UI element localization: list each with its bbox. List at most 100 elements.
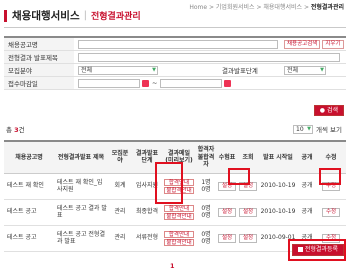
col-header: 결과메일 (미리보기) bbox=[162, 141, 196, 174]
job-name-link[interactable]: 테스트 공고 bbox=[4, 225, 54, 252]
ticket-setting-button[interactable]: 설정 bbox=[218, 181, 236, 191]
breadcrumb: Home > 기업회원서비스 > 채용대행서비스 > 전형결과관리 bbox=[189, 4, 344, 11]
result-title-row: 전형결과 발표제목 bbox=[4, 51, 346, 64]
breadcrumb-home[interactable]: Home bbox=[189, 4, 207, 11]
job-reset-button[interactable]: 지우기 bbox=[322, 39, 344, 49]
ticket-cell: 설정 bbox=[216, 225, 238, 252]
total-prefix: 총 bbox=[6, 126, 12, 134]
stage-select[interactable]: 전체 ▼ bbox=[284, 65, 326, 75]
field-cell: 회계 bbox=[108, 173, 132, 200]
view-cell: 설정 bbox=[238, 173, 258, 200]
chevron-down-icon: ▼ bbox=[320, 66, 324, 73]
breadcrumb-path1[interactable]: 기업회원서비스 bbox=[216, 4, 255, 11]
job-label: 채용공고명 bbox=[4, 38, 74, 50]
fail-mail-button[interactable]: 불합격안내 bbox=[164, 238, 194, 246]
col-header: 결과발표 단계 bbox=[132, 141, 162, 174]
title-separator: | bbox=[83, 10, 87, 21]
pass-mail-button[interactable]: 합격안내 bbox=[164, 178, 194, 186]
col-header: 채용공고명 bbox=[4, 141, 54, 174]
search-icon: ● bbox=[319, 107, 326, 114]
result-title-link[interactable]: 테스트 공고 전형결과 발표 bbox=[54, 225, 108, 252]
date-start-input[interactable] bbox=[78, 78, 140, 88]
result-title-link[interactable]: 테스트 공고 결과 발표 bbox=[54, 199, 108, 226]
page-subtitle: 전형결과관리 bbox=[91, 12, 141, 22]
count-cell: 1명 0명 bbox=[196, 173, 216, 200]
result-title-label: 전형결과 발표제목 bbox=[4, 51, 74, 63]
view-setting-button[interactable]: 설정 bbox=[239, 181, 257, 191]
view-setting-button[interactable]: 설정 bbox=[239, 233, 257, 243]
result-title-link[interactable]: 테스트 재 확인_입사지원 bbox=[54, 173, 108, 200]
open-cell: 공개 bbox=[298, 199, 316, 226]
chevron-down-icon: ▼ bbox=[307, 125, 311, 132]
count-cell: 0명 0명 bbox=[196, 225, 216, 252]
table-row: 테스트 공고 테스트 공고 결과 발표 관리 최종합격 합격안내 불합격안내 0… bbox=[4, 199, 346, 226]
col-header: 모집분야 bbox=[108, 141, 132, 174]
fail-mail-button[interactable]: 불합격안내 bbox=[164, 186, 194, 194]
edit-cell: 수정 bbox=[316, 173, 346, 200]
ticket-setting-button[interactable]: 설정 bbox=[218, 233, 236, 243]
mail-cell: 합격안내 불합격안내 bbox=[162, 173, 196, 200]
pencil-icon bbox=[297, 247, 303, 252]
fail-count: 0명 bbox=[201, 238, 211, 245]
col-header: 합격자 불합격자 bbox=[196, 141, 216, 174]
stage-select-value: 전체 bbox=[287, 66, 299, 74]
pass-count: 0명 bbox=[201, 204, 211, 212]
page-size: 10 ▼ 개씩 보기 bbox=[293, 124, 342, 134]
edit-button[interactable]: 수정 bbox=[322, 233, 340, 243]
breadcrumb-current: 전형결과관리 bbox=[310, 4, 344, 11]
col-header: 발표 시작일 bbox=[258, 141, 298, 174]
view-cell: 설정 bbox=[238, 199, 258, 226]
fail-count: 0명 bbox=[201, 186, 211, 193]
field-select[interactable]: 전체 ▼ bbox=[78, 65, 158, 75]
register-result-button[interactable]: 전형결과등록 bbox=[291, 244, 344, 256]
pagination-current[interactable]: 1 bbox=[170, 262, 175, 270]
result-table: 채용공고명 전형결과발표 제목 모집분야 결과발표 단계 결과메일 (미리보기)… bbox=[4, 140, 346, 252]
mail-cell: 합격안내 불합격안내 bbox=[162, 225, 196, 252]
ticket-cell: 설정 bbox=[216, 173, 238, 200]
mail-cell: 합격안내 불합격안내 bbox=[162, 199, 196, 226]
page-size-select[interactable]: 10 ▼ bbox=[293, 124, 313, 134]
pass-count: 0명 bbox=[201, 230, 211, 238]
fail-mail-button[interactable]: 불합격안내 bbox=[164, 212, 194, 220]
field-cell: 관리 bbox=[108, 199, 132, 226]
col-header: 전형결과발표 제목 bbox=[54, 141, 108, 174]
view-setting-button[interactable]: 설정 bbox=[239, 207, 257, 217]
col-header: 조회 bbox=[238, 141, 258, 174]
pass-mail-button[interactable]: 합격안내 bbox=[164, 230, 194, 238]
date-cell: 2010-10-19 bbox=[258, 173, 298, 200]
field-select-value: 전체 bbox=[81, 66, 93, 74]
calendar-icon[interactable] bbox=[224, 79, 232, 87]
edit-button[interactable]: 수정 bbox=[322, 207, 340, 217]
edit-button[interactable]: 수정 bbox=[322, 181, 340, 191]
col-header: 수험표 bbox=[216, 141, 238, 174]
col-header: 수정 bbox=[316, 141, 346, 174]
date-separator: ~ bbox=[152, 79, 158, 87]
date-end-input[interactable] bbox=[160, 78, 223, 88]
view-cell: 설정 bbox=[238, 225, 258, 252]
job-name-link[interactable]: 테스트 공고 bbox=[4, 199, 54, 226]
job-name-link[interactable]: 테스트 재 확인 bbox=[4, 173, 54, 200]
breadcrumb-path2[interactable]: 채용대행서비스 bbox=[263, 4, 302, 11]
open-cell: 공개 bbox=[298, 173, 316, 200]
calendar-icon[interactable] bbox=[142, 79, 149, 87]
result-title-input[interactable] bbox=[78, 52, 340, 62]
total-count: 총 3건 bbox=[6, 124, 25, 134]
search-button[interactable]: ● 검색 bbox=[313, 105, 344, 116]
search-button-label: 검색 bbox=[326, 107, 338, 114]
field-cell: 관리 bbox=[108, 225, 132, 252]
job-input[interactable] bbox=[78, 39, 278, 49]
stage-cell: 서류전형 bbox=[132, 225, 162, 252]
title-accent-bar bbox=[4, 9, 7, 22]
stage-cell: 입사지원 bbox=[132, 173, 162, 200]
fail-count: 0명 bbox=[201, 212, 211, 219]
table-row: 테스트 재 확인 테스트 재 확인_입사지원 회계 입사지원 합격안내 불합격안… bbox=[4, 173, 346, 200]
ticket-setting-button[interactable]: 설정 bbox=[218, 207, 236, 217]
date-cell: 2010-10-19 bbox=[258, 199, 298, 226]
pass-mail-button[interactable]: 합격안내 bbox=[164, 204, 194, 212]
table-header-row: 채용공고명 전형결과발표 제목 모집분야 결과발표 단계 결과메일 (미리보기)… bbox=[4, 141, 346, 174]
count-cell: 0명 0명 bbox=[196, 199, 216, 226]
date-label: 접수마감일 bbox=[4, 77, 74, 89]
chevron-down-icon: ▼ bbox=[152, 66, 156, 73]
job-search-button[interactable]: 채용공고검색 bbox=[284, 39, 321, 49]
ticket-cell: 설정 bbox=[216, 199, 238, 226]
